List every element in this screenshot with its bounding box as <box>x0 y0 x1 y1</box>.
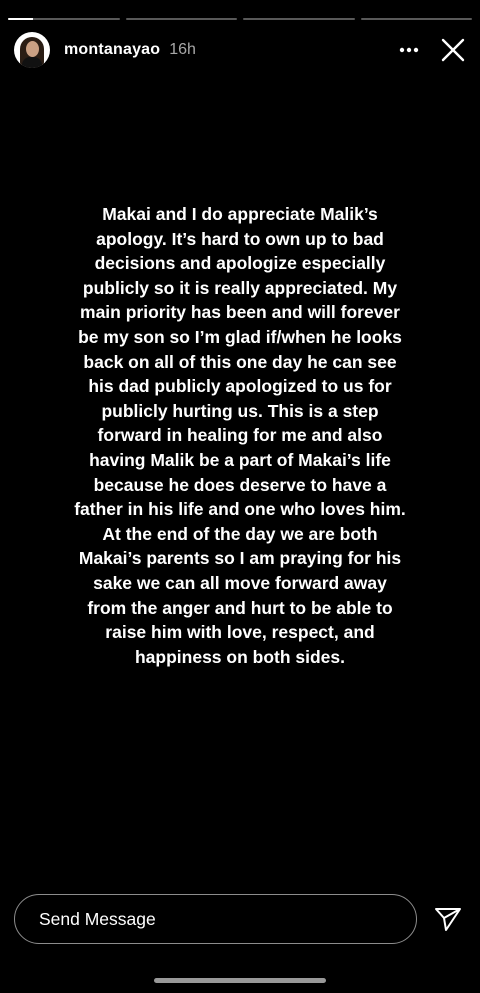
progress-segment-4 <box>360 18 472 20</box>
avatar-body <box>22 57 42 68</box>
avatar-face <box>26 41 39 57</box>
progress-segment-3 <box>243 18 355 20</box>
progress-segment-2 <box>125 18 237 20</box>
send-message-input[interactable]: Send Message <box>14 894 417 944</box>
progress-fill-1 <box>8 18 33 20</box>
send-icon <box>435 908 461 931</box>
avatar[interactable] <box>14 32 50 68</box>
close-icon <box>441 38 465 62</box>
story-header: montanayao 16h <box>14 30 468 70</box>
username[interactable]: montanayao <box>64 41 160 59</box>
progress-segment-1 <box>8 18 120 20</box>
more-options-button[interactable] <box>394 35 424 65</box>
story-progress-bar <box>8 18 472 20</box>
send-message-placeholder: Send Message <box>39 908 156 929</box>
post-time: 16h <box>169 41 196 58</box>
reply-bar: Send Message <box>14 893 466 945</box>
send-button[interactable] <box>432 903 464 935</box>
more-horizontal-icon <box>399 47 419 53</box>
close-button[interactable] <box>438 35 468 65</box>
home-indicator <box>154 978 326 983</box>
story-text: Makai and I do appreciate Malik’s apolog… <box>74 204 406 667</box>
